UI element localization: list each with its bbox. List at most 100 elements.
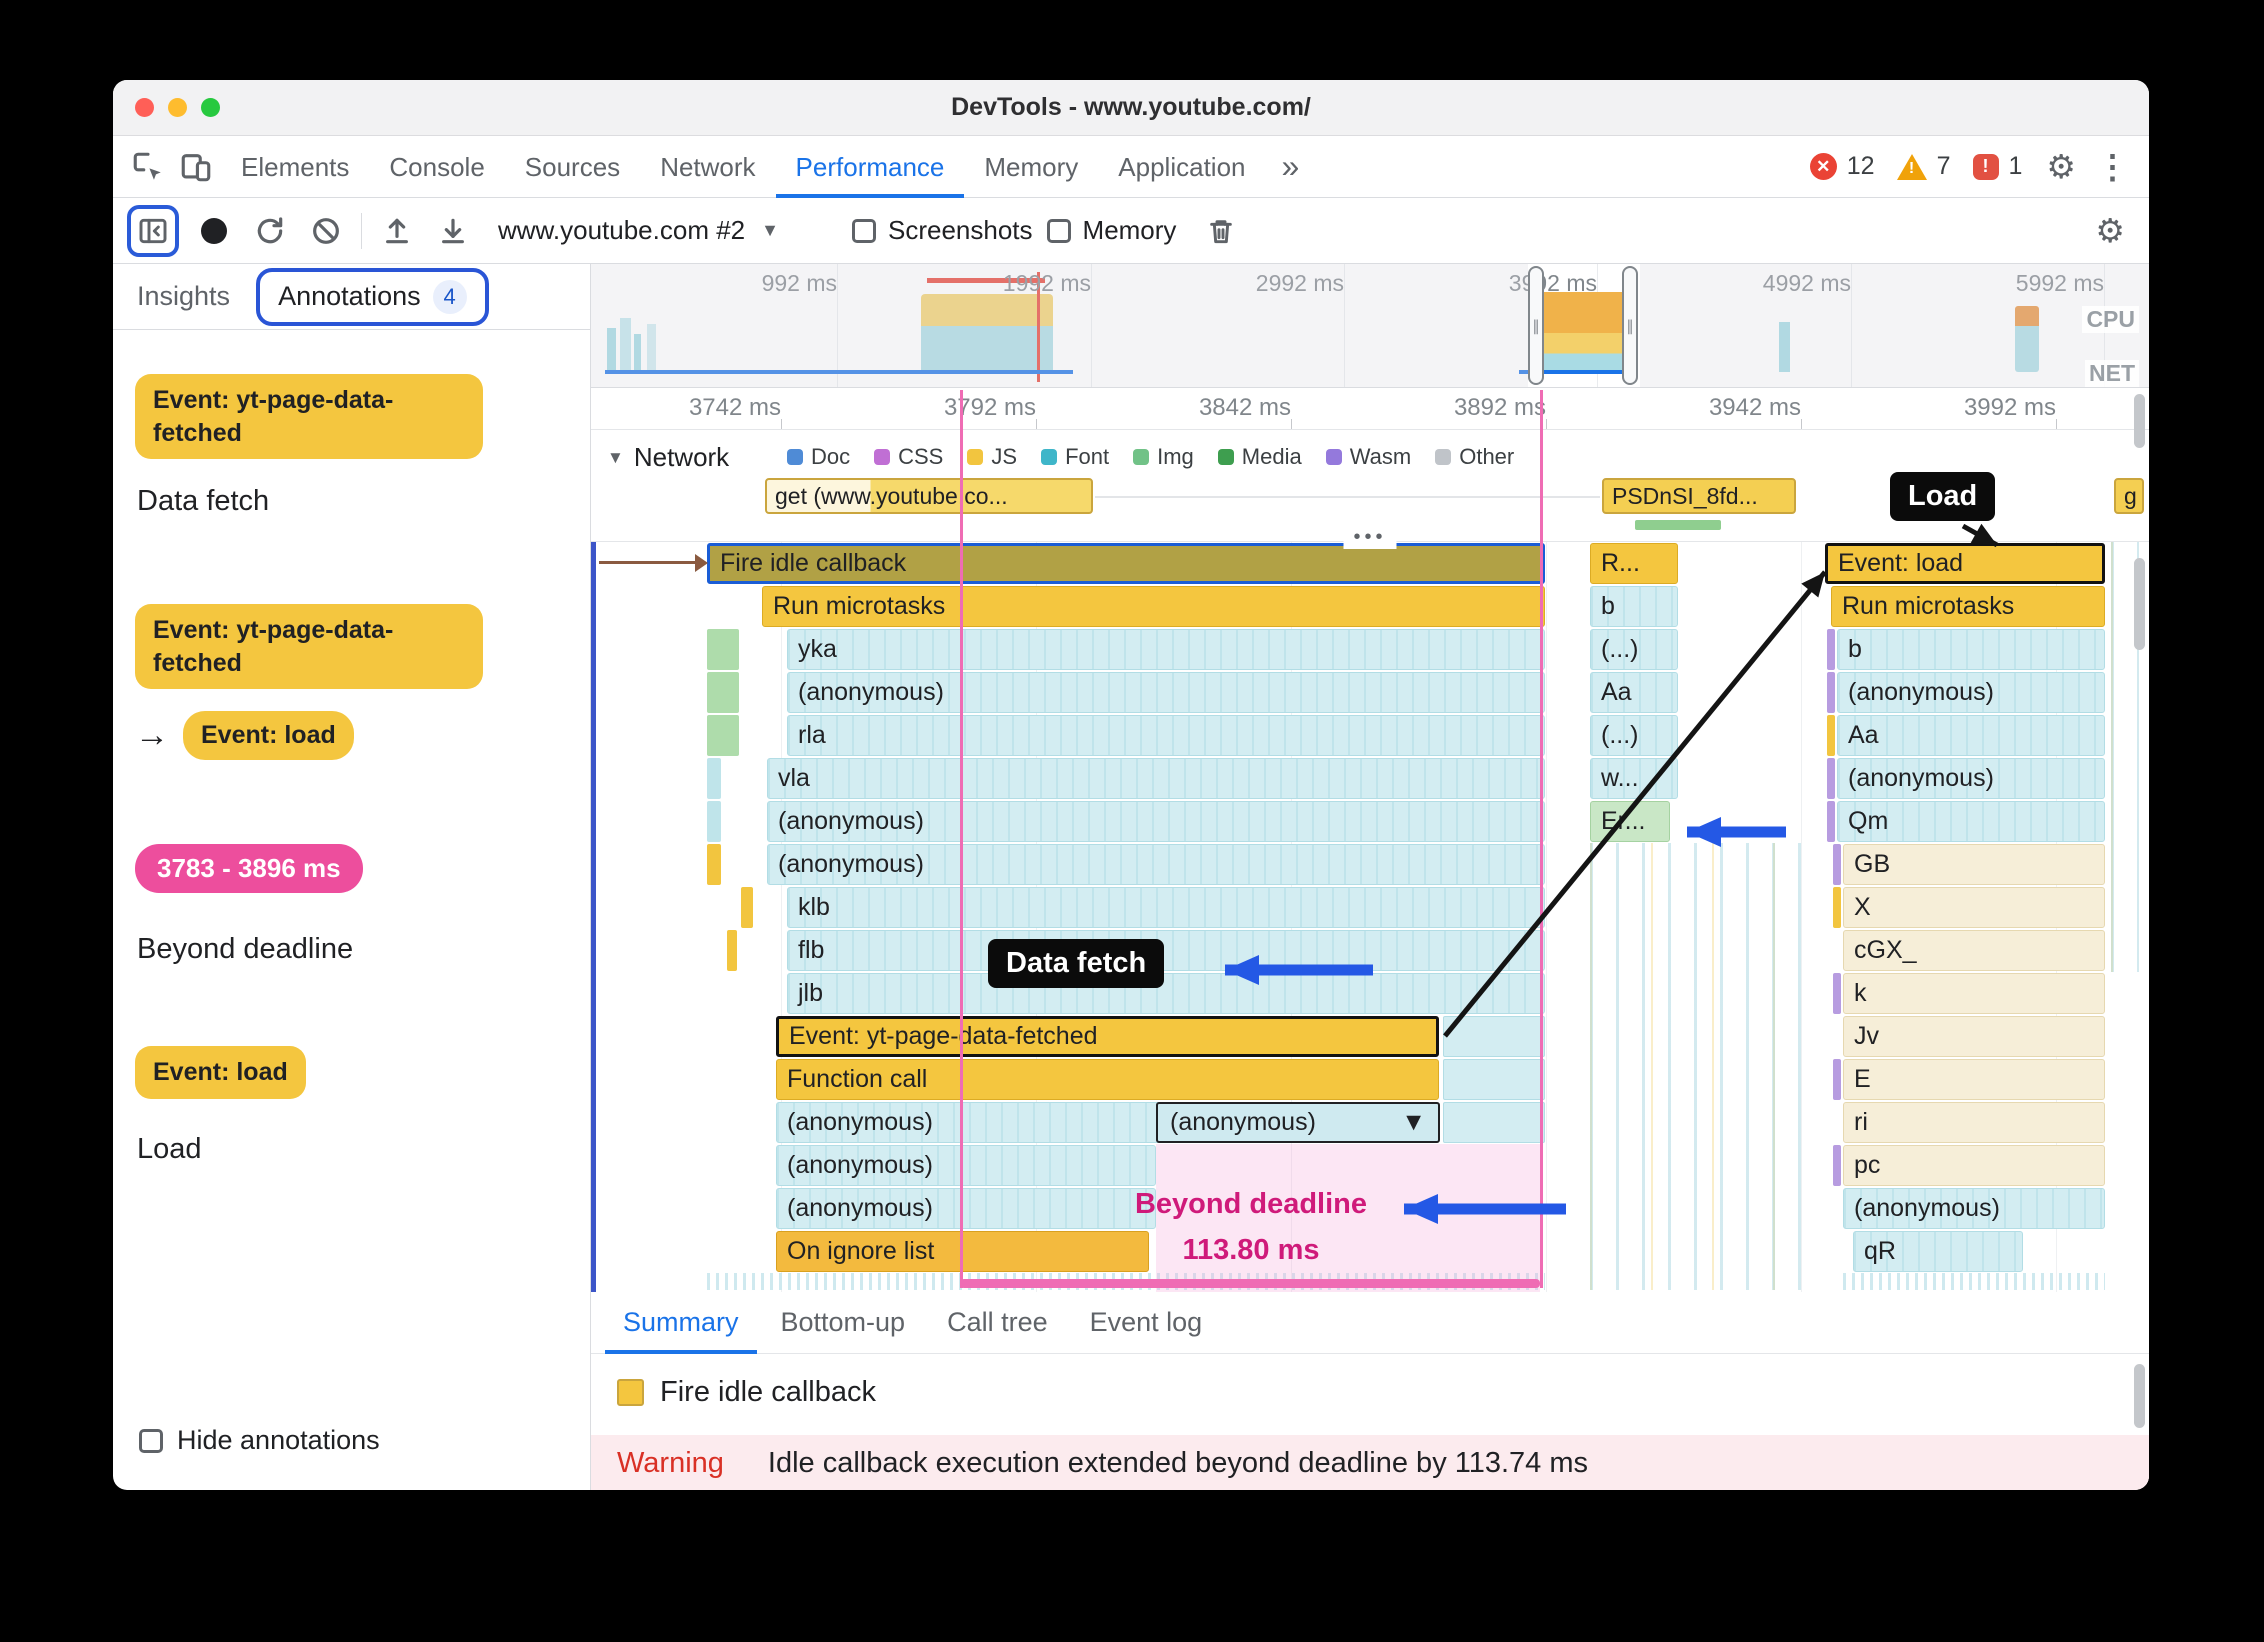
screenshots-checkbox[interactable]: [852, 218, 876, 243]
timeline-overview[interactable]: 992 ms 1992 ms 2992 ms 3992 ms 4992 ms 5992 m…: [591, 264, 2149, 388]
tab-performance[interactable]: Performance: [776, 136, 965, 198]
overview-window-handle-right[interactable]: ∥: [1622, 266, 1638, 385]
download-profile-icon[interactable]: [432, 210, 474, 252]
flame-bar[interactable]: (anonymous): [1837, 758, 2105, 799]
annotation-pill[interactable]: Event: yt-page-data-fetched: [135, 604, 483, 689]
details-tab-call-tree[interactable]: Call tree: [929, 1292, 1066, 1354]
overview-window-handle-left[interactable]: ∥: [1528, 266, 1544, 385]
minimize-window-button[interactable]: [168, 98, 187, 117]
details-tab-event-log[interactable]: Event log: [1072, 1292, 1221, 1354]
track-resize-handle[interactable]: •••: [1343, 526, 1397, 549]
flame-bar[interactable]: (anonymous): [776, 1188, 1156, 1229]
flame-bar[interactable]: pc: [1843, 1145, 2105, 1186]
flame-bar[interactable]: Event: load: [1825, 543, 2105, 584]
tab-sources[interactable]: Sources: [505, 136, 640, 198]
issue-count[interactable]: 1: [2009, 152, 2023, 181]
flame-bar[interactable]: jlb: [787, 973, 1545, 1014]
flame-bar[interactable]: Fire idle callback: [707, 543, 1545, 584]
flame-bar[interactable]: Run microtasks: [762, 586, 1545, 627]
annotation-desc[interactable]: Data fetch: [137, 485, 568, 518]
flame-bar[interactable]: Jv: [1843, 1016, 2105, 1057]
close-window-button[interactable]: [135, 98, 154, 117]
tab-memory[interactable]: Memory: [964, 136, 1098, 198]
scrollbar[interactable]: [2134, 394, 2145, 448]
flame-bar[interactable]: (anonymous): [787, 672, 1545, 713]
flame-bar[interactable]: GB: [1843, 844, 2105, 885]
flame-bar[interactable]: (anonymous): [1843, 1188, 2105, 1229]
flame-bar[interactable]: Aa: [1590, 672, 1678, 713]
memory-checkbox-row[interactable]: Memory: [1046, 215, 1176, 246]
annotation-pill-range[interactable]: 3783 - 3896 ms: [135, 843, 363, 894]
hide-annotations-row[interactable]: Hide annotations: [139, 1425, 380, 1456]
tab-application[interactable]: Application: [1098, 136, 1265, 198]
flame-bar[interactable]: flb: [787, 930, 1545, 971]
profile-select[interactable]: www.youtube.com #2 ▼: [488, 215, 838, 246]
flame-bar-dropdown[interactable]: (anonymous) ▼: [1156, 1102, 1440, 1143]
data-fetch-annotation-label[interactable]: Data fetch: [988, 939, 1165, 988]
flame-bar[interactable]: vla: [767, 758, 1545, 799]
flame-bar[interactable]: qR: [1853, 1231, 2023, 1272]
inspect-element-icon[interactable]: [125, 144, 171, 190]
flame-bar[interactable]: b: [1837, 629, 2105, 670]
record-button[interactable]: [193, 210, 235, 252]
flame-bar[interactable]: (anonymous): [767, 801, 1545, 842]
flame-bar[interactable]: (anonymous): [1837, 672, 2105, 713]
annotation-pill[interactable]: Event: load: [135, 1046, 306, 1099]
flame-bar[interactable]: yka: [787, 629, 1545, 670]
flame-bar[interactable]: R...: [1590, 543, 1678, 584]
screenshots-checkbox-row[interactable]: Screenshots: [852, 215, 1033, 246]
network-request[interactable]: g: [2114, 478, 2144, 514]
flame-bar[interactable]: k: [1843, 973, 2105, 1014]
flame-bar[interactable]: Er...: [1590, 801, 1670, 842]
collect-garbage-icon[interactable]: [1200, 210, 1242, 252]
warning-count[interactable]: 7: [1937, 152, 1951, 181]
kebab-menu-icon[interactable]: ⋮: [2088, 147, 2137, 186]
flame-bar[interactable]: ri: [1843, 1102, 2105, 1143]
error-count[interactable]: 12: [1847, 152, 1875, 181]
flame-bar[interactable]: w...: [1590, 758, 1678, 799]
tab-insights[interactable]: Insights: [121, 281, 246, 312]
capture-settings-gear-icon[interactable]: ⚙: [2085, 211, 2135, 250]
details-tab-summary[interactable]: Summary: [605, 1292, 757, 1354]
flame-bar[interactable]: (anonymous): [776, 1145, 1156, 1186]
settings-gear-icon[interactable]: ⚙: [2036, 147, 2086, 186]
details-tab-bottom-up[interactable]: Bottom-up: [763, 1292, 924, 1354]
main-flame-chart[interactable]: Beyond deadline 113.80 ms Fire idle call…: [591, 542, 2149, 1292]
hide-annotations-checkbox[interactable]: [139, 1428, 163, 1453]
tab-elements[interactable]: Elements: [221, 136, 369, 198]
issue-badge-icon[interactable]: !: [1972, 153, 1999, 180]
scrollbar[interactable]: [2134, 1364, 2145, 1428]
flame-bar[interactable]: Function call: [776, 1059, 1439, 1100]
annotation-pill[interactable]: Event: load: [183, 711, 354, 760]
memory-checkbox[interactable]: [1046, 218, 1071, 243]
flame-bar[interactable]: E: [1843, 1059, 2105, 1100]
load-annotation-label[interactable]: Load: [1890, 472, 1996, 521]
tab-console[interactable]: Console: [369, 136, 504, 198]
annotation-desc[interactable]: Load: [137, 1133, 568, 1166]
flame-bar[interactable]: (anonymous): [767, 844, 1545, 885]
device-toolbar-icon[interactable]: [173, 144, 219, 190]
flame-bar[interactable]: Event: yt-page-data-fetched: [776, 1016, 1439, 1057]
warning-badge-icon[interactable]: !: [1896, 153, 1927, 180]
zoom-window-button[interactable]: [201, 98, 220, 117]
flame-bar[interactable]: Aa: [1837, 715, 2105, 756]
more-tabs-icon[interactable]: »: [1268, 148, 1314, 185]
error-badge-icon[interactable]: ✕: [1809, 153, 1837, 180]
network-request[interactable]: PSDnSI_8fd...: [1602, 478, 1796, 514]
flame-bar[interactable]: Qm: [1837, 801, 2105, 842]
clear-recording-icon[interactable]: [305, 210, 347, 252]
flame-bar[interactable]: X: [1843, 887, 2105, 928]
network-track-header[interactable]: ▼ Network: [607, 442, 729, 473]
annotation-pill[interactable]: Event: yt-page-data-fetched: [135, 374, 483, 459]
upload-profile-icon[interactable]: [376, 210, 418, 252]
tab-annotations[interactable]: Annotations 4: [256, 267, 489, 326]
reload-and-record-button[interactable]: [249, 210, 291, 252]
scrollbar[interactable]: [2134, 558, 2145, 650]
flame-bar[interactable]: (...): [1590, 629, 1678, 670]
flame-bar[interactable]: cGX_: [1843, 930, 2105, 971]
flame-bar[interactable]: Run microtasks: [1831, 586, 2105, 627]
annotation-desc[interactable]: Beyond deadline: [137, 933, 568, 966]
flame-bar[interactable]: klb: [787, 887, 1545, 928]
flame-bar[interactable]: rla: [787, 715, 1545, 756]
flame-bar[interactable]: (...): [1590, 715, 1678, 756]
